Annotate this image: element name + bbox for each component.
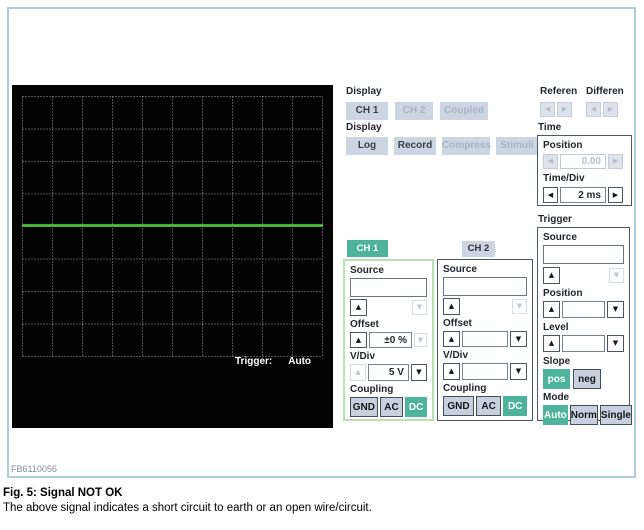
caption-body: The above signal indicates a short circu… — [3, 502, 372, 514]
trigger-level-up-button[interactable]: ▲ — [543, 335, 560, 352]
time-position-value: 0.00 — [560, 154, 606, 169]
ch2-vdiv-label: V/Div — [443, 350, 469, 361]
ch2-offset-label: Offset — [443, 318, 472, 329]
ch1-vdiv-down-button[interactable]: ▼ — [410, 364, 427, 381]
trigger-source-down-button[interactable]: ▼ — [609, 268, 624, 283]
ch1-panel: Source ▲ ▼ Offset ▲ ±0 % ▼ V/Div ▲ 5 V ▼… — [343, 259, 434, 421]
slope-neg-button[interactable]: neg — [573, 369, 601, 389]
trigger-slope-label: Slope — [543, 356, 571, 367]
time-panel: Position ◀ 0.00 ▶ Time/Div ◀ 2 ms ▶ — [537, 135, 632, 206]
timediv-label: Time/Div — [543, 173, 585, 184]
display-modes-label: Display — [346, 122, 382, 133]
ch2-offset-value — [462, 331, 508, 347]
page: Trigger: Auto Display CH 1 CH 2 Coupled … — [0, 0, 644, 530]
ch2-source-down-button[interactable]: ▼ — [512, 299, 527, 314]
signal-trace — [22, 224, 323, 227]
scope-status: Trigger: Auto — [235, 356, 311, 367]
display-coupled-button[interactable]: Coupled — [440, 102, 488, 120]
mode-single-button[interactable]: Single — [599, 405, 632, 425]
time-label: Time — [538, 122, 562, 133]
trigger-position-label: Position — [543, 288, 583, 299]
timediv-value: 2 ms — [560, 187, 606, 203]
ch2-vdiv-up-button[interactable]: ▲ — [443, 363, 460, 380]
ch1-coupling-dc-button[interactable]: DC — [405, 397, 427, 417]
ch2-offset-up-button[interactable]: ▲ — [443, 331, 460, 347]
ch1-coupling-label: Coupling — [350, 384, 394, 395]
display-ch1-button[interactable]: CH 1 — [346, 102, 388, 120]
mode-auto-button[interactable]: Auto — [543, 405, 568, 425]
trigger-position-value — [562, 301, 605, 318]
ch2-coupling-ac-button[interactable]: AC — [475, 396, 502, 416]
ch1-offset-up-button[interactable]: ▲ — [350, 332, 367, 348]
ch1-vdiv-up-button[interactable]: ▲ — [350, 364, 367, 381]
trigger-source-input[interactable] — [543, 245, 624, 264]
ch1-source-up-button[interactable]: ▲ — [350, 299, 367, 316]
display-channels-label: Display — [346, 86, 382, 97]
ch1-tab[interactable]: CH 1 — [347, 240, 388, 257]
ch1-coupling-gnd-button[interactable]: GND — [350, 397, 378, 417]
trigger-level-down-button[interactable]: ▼ — [607, 335, 624, 352]
figure-code: FB6110056 — [11, 464, 57, 474]
record-button[interactable]: Record — [394, 137, 436, 155]
time-position-label: Position — [543, 140, 583, 151]
trigger-source-up-button[interactable]: ▲ — [543, 267, 560, 284]
ch1-source-input[interactable] — [350, 278, 427, 297]
ch2-coupling-dc-button[interactable]: DC — [503, 396, 527, 416]
ch2-tab[interactable]: CH 2 — [462, 241, 495, 257]
slope-pos-button[interactable]: pos — [543, 369, 570, 389]
log-button[interactable]: Log — [346, 137, 388, 155]
reference-label: Referen — [540, 86, 578, 97]
ch2-source-input[interactable] — [443, 277, 527, 296]
ch2-coupling-label: Coupling — [443, 383, 487, 394]
difference-label: Differen — [586, 86, 624, 97]
compress-button[interactable]: Compress — [442, 137, 491, 155]
ch2-panel: Source ▲ ▼ Offset ▲ ▼ V/Div ▲ ▼ Coupling… — [437, 259, 533, 421]
difference-prev-button[interactable]: ◀ — [586, 102, 601, 117]
time-position-decrement-button[interactable]: ◀ — [543, 154, 558, 169]
trigger-level-value — [562, 335, 605, 352]
ch1-source-label: Source — [350, 265, 384, 276]
ch1-vdiv-value: 5 V — [368, 364, 409, 381]
ch2-offset-down-button[interactable]: ▼ — [510, 331, 527, 347]
difference-next-button[interactable]: ▶ — [603, 102, 618, 117]
ch1-offset-down-button[interactable]: ▼ — [414, 333, 427, 347]
ch2-coupling-gnd-button[interactable]: GND — [443, 396, 474, 416]
trigger-position-down-button[interactable]: ▼ — [607, 301, 624, 318]
display-ch2-button[interactable]: CH 2 — [395, 102, 433, 120]
ch2-vdiv-value — [462, 363, 508, 380]
ch1-vdiv-label: V/Div — [350, 351, 376, 362]
trigger-level-label: Level — [543, 322, 569, 333]
caption-title: Fig. 5: Signal NOT OK — [3, 487, 123, 499]
oscilloscope-screen: Trigger: Auto — [12, 85, 333, 428]
ch1-offset-value: ±0 % — [369, 332, 412, 348]
trigger-mode-label: Mode — [543, 392, 570, 403]
time-position-increment-button[interactable]: ▶ — [608, 154, 623, 169]
scope-grid — [22, 96, 323, 357]
trigger-status-value: Auto — [288, 356, 312, 367]
stimuli-button[interactable]: Stimuli — [496, 137, 538, 155]
trigger-panel: Source ▲ ▼ Position ▲ ▼ Level ▲ ▼ Slope … — [537, 227, 632, 425]
timediv-decrement-button[interactable]: ◀ — [543, 187, 558, 203]
ch1-coupling-ac-button[interactable]: AC — [379, 397, 404, 417]
trigger-label: Trigger — [538, 214, 572, 225]
trigger-position-up-button[interactable]: ▲ — [543, 301, 560, 318]
ch2-vdiv-down-button[interactable]: ▼ — [510, 363, 527, 380]
trigger-source-label: Source — [543, 232, 577, 243]
timediv-increment-button[interactable]: ▶ — [608, 187, 623, 203]
reference-next-button[interactable]: ▶ — [557, 102, 572, 117]
ch1-source-down-button[interactable]: ▼ — [412, 300, 427, 315]
trigger-status-label: Trigger: — [235, 356, 273, 367]
ch2-source-label: Source — [443, 264, 477, 275]
ch2-source-up-button[interactable]: ▲ — [443, 298, 460, 315]
ch1-offset-label: Offset — [350, 319, 379, 330]
reference-prev-button[interactable]: ◀ — [540, 102, 555, 117]
mode-norm-button[interactable]: Norm — [569, 405, 598, 425]
